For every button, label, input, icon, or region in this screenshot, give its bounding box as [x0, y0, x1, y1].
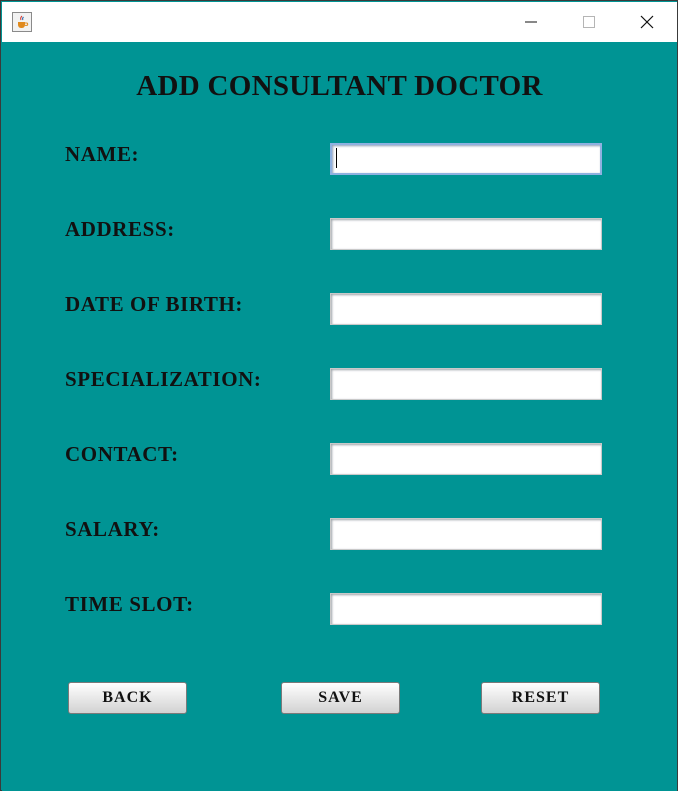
specialization-label: SPECIALIZATION:: [65, 367, 262, 391]
app-window: ADD CONSULTANT DOCTOR NAME: ADDRESS: DAT…: [0, 0, 678, 791]
maximize-icon: [583, 16, 595, 28]
contact-label: CONTACT:: [65, 442, 179, 466]
form-panel: ADD CONSULTANT DOCTOR NAME: ADDRESS: DAT…: [2, 42, 677, 791]
date-of-birth-field[interactable]: [330, 293, 602, 325]
specialization-field[interactable]: [330, 368, 602, 400]
time-slot-field[interactable]: [330, 593, 602, 625]
page-title: ADD CONSULTANT DOCTOR: [136, 70, 543, 102]
reset-button[interactable]: RESET: [481, 682, 600, 714]
address-field[interactable]: [330, 218, 602, 250]
save-button[interactable]: SAVE: [281, 682, 400, 714]
address-label: ADDRESS:: [65, 217, 175, 241]
date-of-birth-label: DATE OF BIRTH:: [65, 292, 244, 316]
title-bar[interactable]: [2, 2, 677, 42]
salary-field[interactable]: [330, 518, 602, 550]
maximize-button[interactable]: [560, 2, 618, 42]
salary-label: SALARY:: [65, 517, 160, 541]
close-button[interactable]: [618, 2, 676, 42]
name-label: NAME:: [65, 142, 140, 166]
close-icon: [640, 15, 654, 29]
text-caret: [336, 148, 337, 168]
name-field[interactable]: [330, 143, 602, 175]
contact-field[interactable]: [330, 443, 602, 475]
java-cup-icon: [12, 12, 32, 32]
time-slot-label: TIME SLOT:: [65, 592, 194, 616]
minimize-button[interactable]: [502, 2, 560, 42]
minimize-icon: [525, 21, 537, 23]
back-button[interactable]: BACK: [68, 682, 187, 714]
